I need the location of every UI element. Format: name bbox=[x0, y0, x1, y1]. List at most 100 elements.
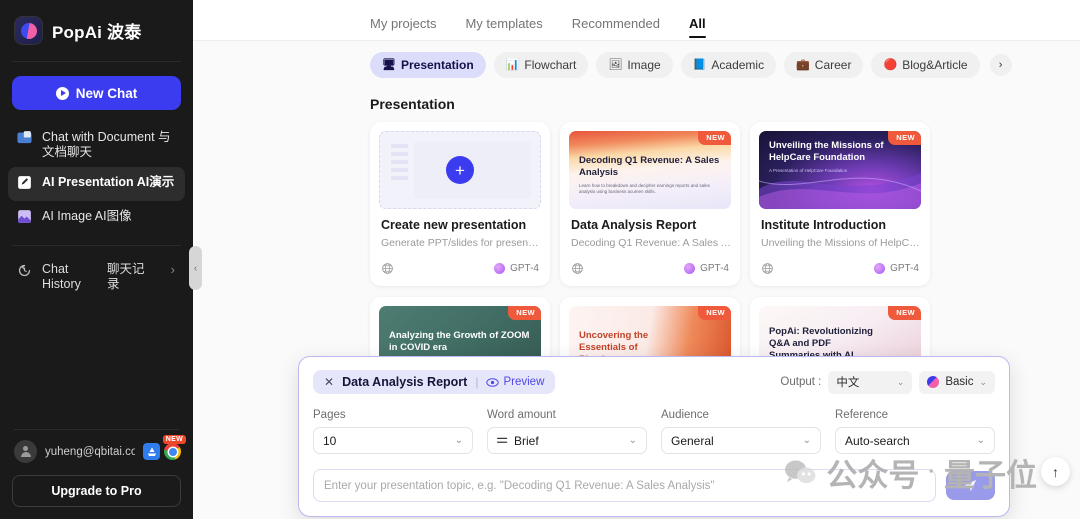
account-email: yuheng@qbitai.co... bbox=[45, 445, 135, 458]
thumb-subtitle: Learn how to breakdown and decipher earn… bbox=[579, 183, 710, 194]
topic-input[interactable]: Enter your presentation topic, e.g. "Dec… bbox=[313, 469, 936, 502]
sidebar-item-chat-with-document[interactable]: Chat with Document 与文档聊天 bbox=[8, 122, 185, 167]
scroll-to-top-button[interactable]: ↑ bbox=[1041, 457, 1070, 486]
modal-title: Data Analysis Report bbox=[342, 375, 468, 389]
chevron-down-icon: ⌄ bbox=[979, 376, 987, 387]
card-footer: GPT-4 bbox=[761, 262, 919, 275]
card-institute-introduction[interactable]: NEW Unveiling the Missions of HelpCare F… bbox=[750, 122, 930, 286]
upgrade-label: Upgrade to Pro bbox=[51, 484, 142, 498]
sidebar-item-label: AI Presentation AI演示 bbox=[42, 175, 175, 189]
new-badge: NEW bbox=[698, 131, 731, 145]
word-amount-select[interactable]: Brief ⌄ bbox=[487, 427, 647, 454]
preview-label: Preview bbox=[503, 376, 545, 388]
thumb-title: Analyzing the Growth of ZOOM in COVID er… bbox=[389, 330, 530, 353]
chat-history-label-en: Chat History bbox=[42, 262, 81, 291]
tab-my-templates[interactable]: My templates bbox=[465, 16, 542, 40]
chrome-icon[interactable] bbox=[164, 443, 181, 460]
chevron-right-icon[interactable]: › bbox=[171, 262, 177, 277]
chip-label: Flowchart bbox=[524, 58, 577, 72]
card-description: Generate PPT/slides for presentat... bbox=[381, 237, 541, 249]
chip-image[interactable]: 🖼 Image bbox=[596, 52, 673, 78]
chevron-down-icon: ⌄ bbox=[628, 435, 637, 446]
separator: | bbox=[475, 375, 479, 389]
model-label: GPT-4 bbox=[510, 263, 539, 274]
preview-button[interactable]: Preview bbox=[486, 376, 544, 388]
model-label: GPT-4 bbox=[700, 263, 729, 274]
image-icon bbox=[18, 210, 31, 223]
output-language-select[interactable]: 中文 ⌄ bbox=[828, 370, 913, 394]
new-chat-label: New Chat bbox=[75, 85, 138, 101]
presentation-config-modal: ✕ Data Analysis Report | Preview Output … bbox=[298, 356, 1010, 517]
audience-value: General bbox=[671, 433, 714, 448]
chip-academic[interactable]: 📘 Academic bbox=[680, 52, 777, 78]
plus-icon[interactable]: + bbox=[446, 156, 474, 184]
chip-flowchart[interactable]: 📊 Flowchart bbox=[493, 52, 589, 78]
sidebar-nav: Chat with Document 与文档聊天 AI Presentation… bbox=[0, 120, 193, 235]
sidebar-item-ai-image[interactable]: AI Image AI图像 bbox=[8, 201, 185, 235]
chip-label: Career bbox=[814, 58, 852, 72]
tab-my-projects[interactable]: My projects bbox=[370, 16, 436, 40]
sidebar-item-ai-presentation[interactable]: AI Presentation AI演示 bbox=[8, 167, 185, 201]
main-content: My projects My templates Recommended All… bbox=[193, 0, 1080, 519]
plan-select[interactable]: Basic ⌄ bbox=[919, 370, 995, 394]
globe-icon bbox=[762, 263, 773, 274]
reference-select[interactable]: Auto-search ⌄ bbox=[835, 427, 995, 454]
thumb-subtitle: A Presentation of HelpCare Foundation bbox=[769, 168, 848, 173]
upgrade-to-pro-button[interactable]: Upgrade to Pro bbox=[12, 475, 181, 507]
create-new-thumbnail: + bbox=[379, 131, 541, 209]
field-label: Pages bbox=[313, 409, 346, 421]
sidebar-item-chat-history[interactable]: Chat History 聊天记录 › bbox=[8, 256, 185, 298]
new-chat-button[interactable]: New Chat bbox=[12, 76, 181, 110]
field-label: Reference bbox=[835, 409, 889, 421]
card-title: Data Analysis Report bbox=[571, 218, 697, 232]
sidebar-divider-top bbox=[12, 61, 181, 62]
model-badge: GPT-4 bbox=[494, 263, 539, 274]
model-badge: GPT-4 bbox=[684, 263, 729, 274]
section-title: Presentation bbox=[370, 96, 455, 112]
card-data-analysis-report[interactable]: NEW Decoding Q1 Revenue: A Sales Analysi… bbox=[560, 122, 740, 286]
academic-emoji-icon: 📘 bbox=[692, 58, 707, 71]
field-audience: Audience General ⌄ bbox=[661, 409, 821, 454]
new-badge: NEW bbox=[888, 306, 921, 320]
card-footer: GPT-4 bbox=[571, 262, 729, 275]
presentation-edit-icon bbox=[18, 176, 31, 189]
field-label: Audience bbox=[661, 409, 709, 421]
account-app-icons: NEW bbox=[143, 435, 186, 460]
chevron-down-icon: ⌄ bbox=[454, 435, 463, 446]
output-settings: Output : 中文 ⌄ Basic ⌄ bbox=[780, 370, 995, 394]
chip-blog-article[interactable]: 🔴 Blog&Article bbox=[871, 52, 980, 78]
card-description: Unveiling the Missions of HelpCar... bbox=[761, 237, 921, 249]
selected-template-chip: ✕ Data Analysis Report | Preview bbox=[313, 370, 556, 394]
word-amount-value: Brief bbox=[514, 433, 539, 448]
account-row[interactable]: yuheng@qbitai.co... NEW bbox=[0, 435, 193, 475]
prompt-row: Enter your presentation topic, e.g. "Dec… bbox=[313, 469, 995, 502]
card-create-new-presentation[interactable]: + Create new presentation Generate PPT/s… bbox=[370, 122, 550, 286]
chevron-down-icon: ⌄ bbox=[976, 435, 985, 446]
bars-icon bbox=[497, 437, 508, 443]
sidebar-divider-account bbox=[14, 429, 179, 430]
close-icon[interactable]: ✕ bbox=[324, 376, 334, 388]
pages-select[interactable]: 10 ⌄ bbox=[313, 427, 473, 454]
new-badge: NEW bbox=[508, 306, 541, 320]
thumb-title: Decoding Q1 Revenue: A Sales Analysis bbox=[579, 155, 720, 178]
appstore-icon[interactable] bbox=[143, 443, 160, 460]
field-label: Word amount bbox=[487, 409, 556, 421]
card-grid: + Create new presentation Generate PPT/s… bbox=[193, 122, 1080, 286]
field-pages: Pages 10 ⌄ bbox=[313, 409, 473, 454]
chevron-down-icon: ⌄ bbox=[896, 376, 905, 387]
sidebar-collapse-handle[interactable]: ‹ bbox=[189, 246, 202, 290]
audience-select[interactable]: General ⌄ bbox=[661, 427, 821, 454]
tab-recommended[interactable]: Recommended bbox=[572, 16, 660, 40]
send-button[interactable] bbox=[946, 471, 995, 500]
chevron-down-icon: ⌄ bbox=[802, 435, 811, 446]
eye-icon bbox=[486, 377, 500, 387]
image-emoji-icon: 🖼 bbox=[608, 58, 623, 71]
reference-value: Auto-search bbox=[845, 433, 910, 448]
tab-all[interactable]: All bbox=[688, 16, 706, 40]
model-badge: GPT-4 bbox=[874, 263, 919, 274]
chip-career[interactable]: 💼 Career bbox=[784, 52, 864, 78]
chips-next-button[interactable]: › bbox=[989, 54, 1012, 76]
popai-logo-icon bbox=[14, 16, 43, 45]
language-value: 中文 bbox=[836, 377, 860, 389]
chip-presentation[interactable]: 🖥 Presentation bbox=[370, 52, 486, 78]
